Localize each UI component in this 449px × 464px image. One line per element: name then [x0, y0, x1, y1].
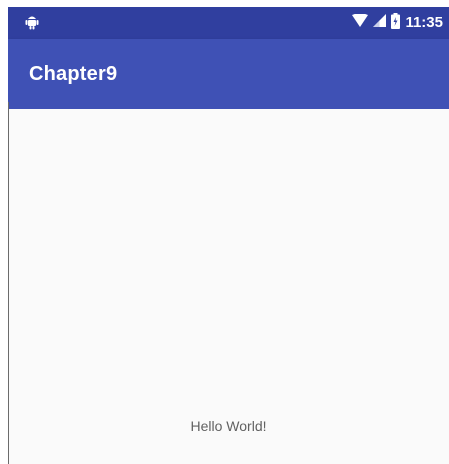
signal-icon: [373, 14, 387, 32]
android-icon: [25, 14, 39, 30]
phone-screen: 11:35 Chapter9 Hello World!: [8, 7, 449, 464]
status-bar: 11:35: [8, 7, 449, 39]
status-icons: 11:35: [352, 12, 443, 34]
wifi-icon: [352, 13, 369, 32]
main-content: Hello World!: [8, 109, 449, 464]
app-bar: Chapter9: [8, 39, 449, 109]
hello-text: Hello World!: [190, 418, 267, 434]
battery-icon: [391, 12, 401, 34]
status-time: 11:35: [405, 14, 443, 31]
app-title: Chapter9: [29, 63, 118, 85]
left-border-line: [8, 102, 9, 464]
